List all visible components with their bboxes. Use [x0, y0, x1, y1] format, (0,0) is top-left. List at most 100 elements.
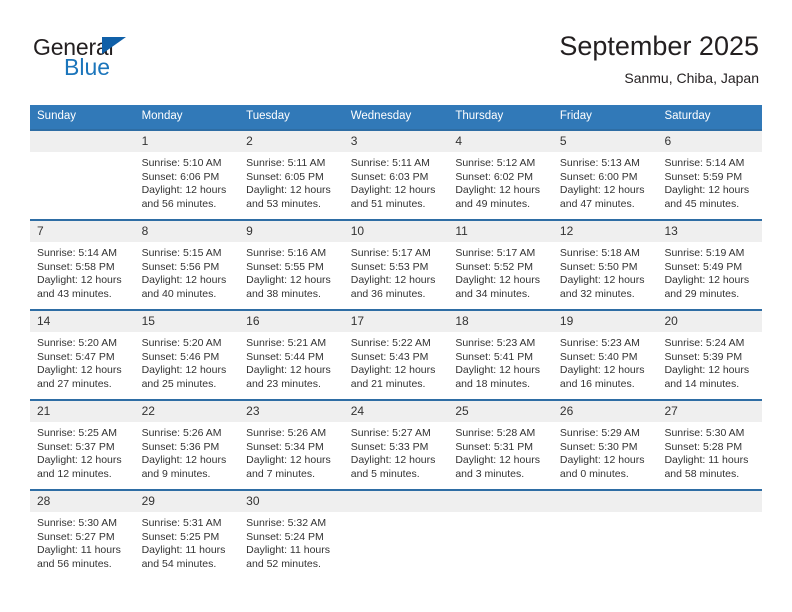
day-cell[interactable]: Sunrise: 5:15 AM Sunset: 5:56 PM Dayligh…: [135, 242, 240, 309]
day-number[interactable]: 16: [239, 311, 344, 332]
daylight-text-line1: Daylight: 12 hours: [664, 274, 750, 287]
day-cell[interactable]: [553, 512, 658, 582]
sunrise-text: Sunrise: 5:12 AM: [455, 157, 536, 169]
day-number[interactable]: 26: [553, 401, 658, 422]
day-number[interactable]: 30: [239, 491, 344, 512]
day-number[interactable]: 25: [448, 401, 553, 422]
daylight-text-line1: Daylight: 12 hours: [350, 454, 436, 467]
day-cell[interactable]: Sunrise: 5:20 AM Sunset: 5:47 PM Dayligh…: [30, 332, 135, 399]
day-number[interactable]: 24: [344, 401, 449, 422]
day-number[interactable]: 7: [30, 221, 135, 242]
day-number[interactable]: 21: [30, 401, 135, 422]
day-cell[interactable]: Sunrise: 5:11 AM Sunset: 6:05 PM Dayligh…: [239, 152, 344, 219]
day-cell[interactable]: Sunrise: 5:10 AM Sunset: 6:06 PM Dayligh…: [135, 152, 240, 219]
day-number[interactable]: 2: [239, 131, 344, 152]
day-number[interactable]: 19: [553, 311, 658, 332]
day-number[interactable]: 20: [657, 311, 762, 332]
general-blue-logo[interactable]: General Blue: [33, 36, 173, 80]
day-cell[interactable]: Sunrise: 5:23 AM Sunset: 5:40 PM Dayligh…: [553, 332, 658, 399]
day-cell[interactable]: Sunrise: 5:27 AM Sunset: 5:33 PM Dayligh…: [344, 422, 449, 489]
day-number[interactable]: [553, 491, 658, 512]
day-number[interactable]: 14: [30, 311, 135, 332]
day-number[interactable]: 11: [448, 221, 553, 242]
sunrise-text: Sunrise: 5:27 AM: [350, 427, 431, 439]
day-number[interactable]: 29: [135, 491, 240, 512]
day-cell[interactable]: Sunrise: 5:13 AM Sunset: 6:00 PM Dayligh…: [553, 152, 658, 219]
day-cell[interactable]: Sunrise: 5:23 AM Sunset: 5:41 PM Dayligh…: [448, 332, 553, 399]
daylight-text-line1: Daylight: 12 hours: [455, 364, 540, 377]
daylight-text-line1: Daylight: 12 hours: [350, 274, 436, 287]
day-cell[interactable]: [30, 152, 135, 219]
sunrise-text: Sunrise: 5:26 AM: [141, 427, 222, 439]
day-number[interactable]: 22: [135, 401, 240, 422]
day-cell[interactable]: Sunrise: 5:25 AM Sunset: 5:37 PM Dayligh…: [30, 422, 135, 489]
daylight-text-line1: Daylight: 12 hours: [141, 454, 227, 467]
day-cell[interactable]: Sunrise: 5:29 AM Sunset: 5:30 PM Dayligh…: [553, 422, 658, 489]
day-number[interactable]: [30, 131, 135, 152]
sunset-text: Sunset: 5:47 PM: [37, 350, 115, 363]
daylight-text-line2: and 12 minutes.: [37, 467, 112, 480]
day-cell[interactable]: Sunrise: 5:16 AM Sunset: 5:55 PM Dayligh…: [239, 242, 344, 309]
day-cell[interactable]: [344, 512, 449, 582]
day-cell[interactable]: Sunrise: 5:32 AM Sunset: 5:24 PM Dayligh…: [239, 512, 344, 582]
day-cell[interactable]: Sunrise: 5:14 AM Sunset: 5:58 PM Dayligh…: [30, 242, 135, 309]
day-number[interactable]: 13: [657, 221, 762, 242]
daylight-text-line2: and 29 minutes.: [664, 287, 740, 300]
day-cell[interactable]: Sunrise: 5:11 AM Sunset: 6:03 PM Dayligh…: [344, 152, 449, 219]
day-number[interactable]: 3: [344, 131, 449, 152]
day-number[interactable]: 23: [239, 401, 344, 422]
daylight-text-line2: and 52 minutes.: [246, 557, 321, 570]
day-cell[interactable]: Sunrise: 5:22 AM Sunset: 5:43 PM Dayligh…: [344, 332, 449, 399]
daylight-text-line2: and 45 minutes.: [664, 197, 740, 210]
day-cell[interactable]: Sunrise: 5:26 AM Sunset: 5:34 PM Dayligh…: [239, 422, 344, 489]
day-number[interactable]: 10: [344, 221, 449, 242]
day-cell[interactable]: Sunrise: 5:31 AM Sunset: 5:25 PM Dayligh…: [135, 512, 240, 582]
sunset-text: Sunset: 5:41 PM: [455, 350, 533, 363]
day-cell[interactable]: Sunrise: 5:20 AM Sunset: 5:46 PM Dayligh…: [135, 332, 240, 399]
logo-triangle-icon: [102, 37, 126, 54]
day-number[interactable]: 17: [344, 311, 449, 332]
sunset-text: Sunset: 5:56 PM: [141, 260, 220, 273]
day-number[interactable]: 4: [448, 131, 553, 152]
day-number[interactable]: 28: [30, 491, 135, 512]
sunrise-text: Sunrise: 5:16 AM: [246, 247, 327, 259]
daylight-text-line1: Daylight: 12 hours: [141, 184, 227, 197]
sunrise-text: Sunrise: 5:18 AM: [559, 247, 640, 259]
day-cell[interactable]: Sunrise: 5:24 AM Sunset: 5:39 PM Dayligh…: [657, 332, 762, 399]
day-number[interactable]: 12: [553, 221, 658, 242]
day-cell[interactable]: Sunrise: 5:17 AM Sunset: 5:53 PM Dayligh…: [344, 242, 449, 309]
day-cell[interactable]: Sunrise: 5:30 AM Sunset: 5:27 PM Dayligh…: [30, 512, 135, 582]
day-number[interactable]: [344, 491, 449, 512]
day-cell[interactable]: Sunrise: 5:18 AM Sunset: 5:50 PM Dayligh…: [553, 242, 658, 309]
day-cell[interactable]: Sunrise: 5:17 AM Sunset: 5:52 PM Dayligh…: [448, 242, 553, 309]
day-number[interactable]: [657, 491, 762, 512]
day-number[interactable]: 18: [448, 311, 553, 332]
sunrise-text: Sunrise: 5:11 AM: [350, 157, 430, 169]
day-cell[interactable]: [448, 512, 553, 582]
day-cell[interactable]: Sunrise: 5:28 AM Sunset: 5:31 PM Dayligh…: [448, 422, 553, 489]
day-number[interactable]: 8: [135, 221, 240, 242]
weekday-header-friday: Friday: [559, 110, 592, 122]
day-cell[interactable]: Sunrise: 5:12 AM Sunset: 6:02 PM Dayligh…: [448, 152, 553, 219]
day-number[interactable]: 6: [657, 131, 762, 152]
day-cell[interactable]: [657, 512, 762, 582]
sunset-text: Sunset: 5:28 PM: [664, 440, 743, 453]
day-cell[interactable]: Sunrise: 5:14 AM Sunset: 5:59 PM Dayligh…: [657, 152, 762, 219]
daylight-text-line2: and 47 minutes.: [559, 197, 635, 210]
day-cell[interactable]: Sunrise: 5:26 AM Sunset: 5:36 PM Dayligh…: [135, 422, 240, 489]
day-cell[interactable]: Sunrise: 5:19 AM Sunset: 5:49 PM Dayligh…: [657, 242, 762, 309]
day-number[interactable]: 9: [239, 221, 344, 242]
day-cell[interactable]: Sunrise: 5:21 AM Sunset: 5:44 PM Dayligh…: [239, 332, 344, 399]
sunset-text: Sunset: 6:02 PM: [455, 170, 533, 183]
day-cell[interactable]: Sunrise: 5:30 AM Sunset: 5:28 PM Dayligh…: [657, 422, 762, 489]
sunset-text: Sunset: 5:58 PM: [37, 260, 115, 273]
sunset-text: Sunset: 6:03 PM: [350, 170, 429, 183]
day-number[interactable]: [448, 491, 553, 512]
day-number[interactable]: 27: [657, 401, 762, 422]
weekday-header-wednesday: Wednesday: [350, 110, 412, 122]
day-number[interactable]: 1: [135, 131, 240, 152]
day-number[interactable]: 5: [553, 131, 658, 152]
week-daynumber-band: 21 22 23 24 25 26 27: [30, 401, 762, 422]
daylight-text-line2: and 36 minutes.: [350, 287, 426, 300]
day-number[interactable]: 15: [135, 311, 240, 332]
